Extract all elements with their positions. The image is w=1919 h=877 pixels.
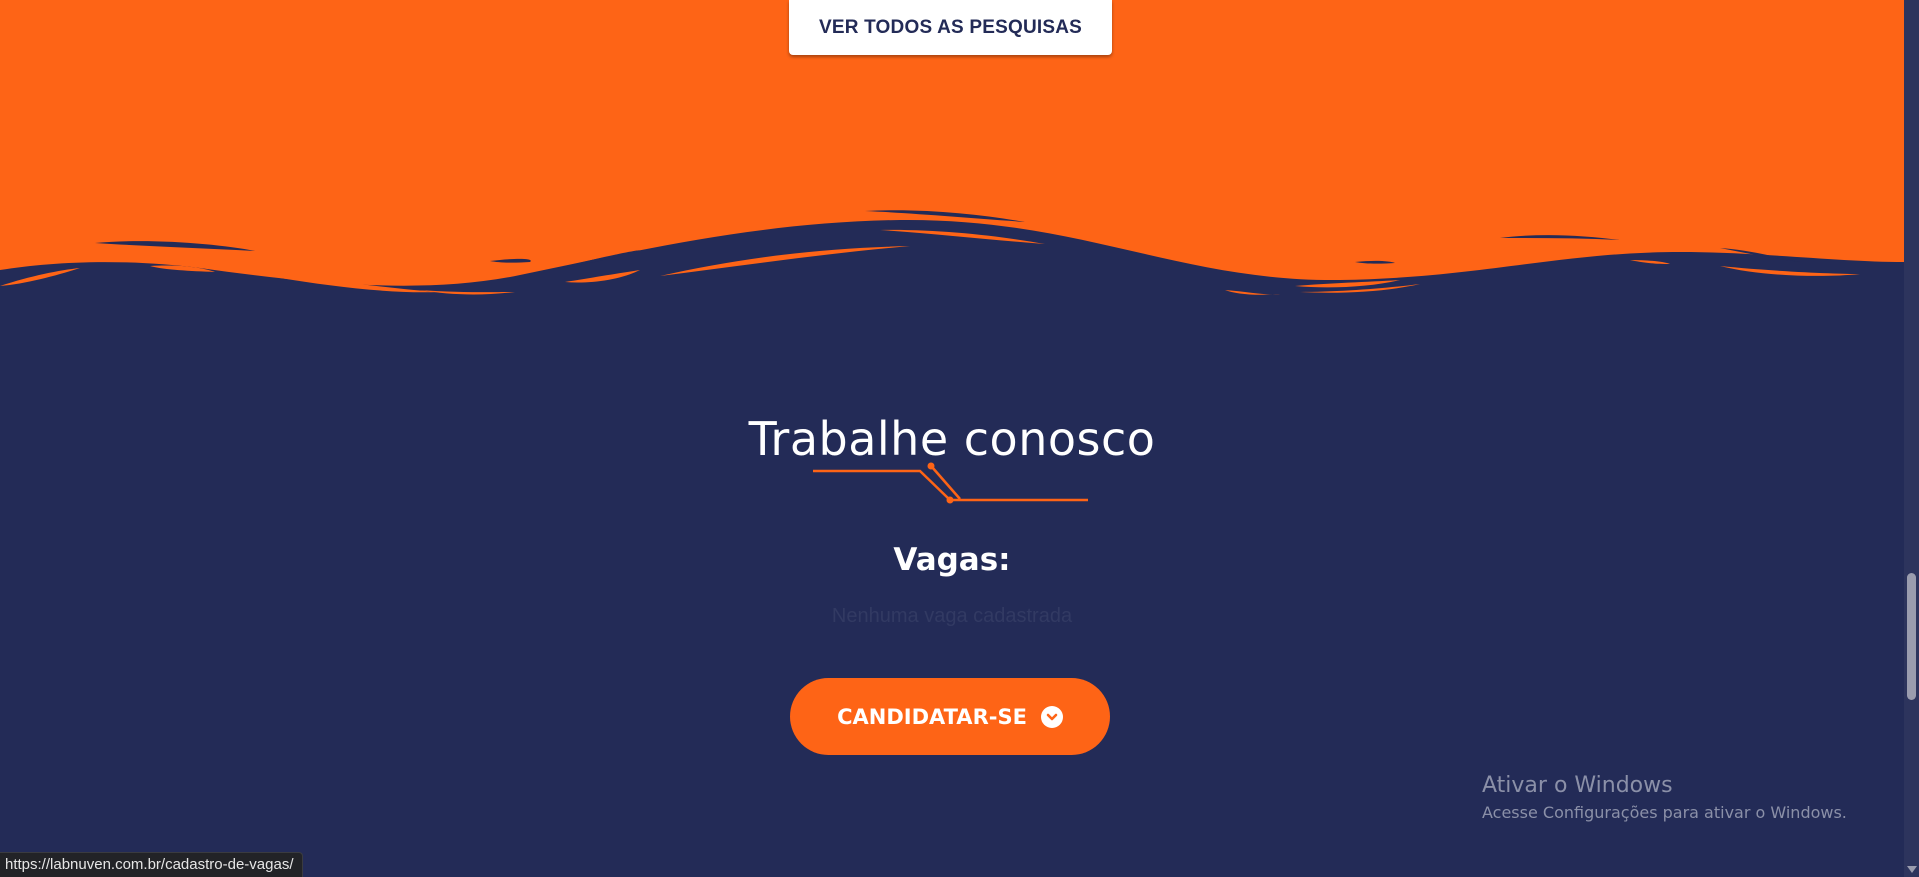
chevron-down-circle-icon: [1040, 705, 1063, 728]
vagas-empty-message: Nenhuma vaga cadastrada: [831, 605, 1073, 627]
page: VER TODOS AS PESQUISAS Trabalhe conosco …: [0, 0, 1919, 877]
scrollbar-thumb[interactable]: [1907, 573, 1916, 700]
circuit-line-decoration: [813, 462, 1088, 504]
ver-todos-pesquisas-button[interactable]: VER TODOS AS PESQUISAS: [789, 0, 1112, 55]
link-status-url: https://labnuven.com.br/cadastro-de-vaga…: [0, 852, 303, 877]
windows-activation-watermark: Ativar o Windows Acesse Configurações pa…: [1482, 771, 1847, 825]
vertical-scrollbar[interactable]: [1904, 0, 1919, 877]
candidatar-se-button[interactable]: CANDIDATAR-SE: [790, 678, 1110, 755]
watermark-subtitle: Acesse Configurações para ativar o Windo…: [1482, 803, 1847, 822]
vagas-heading: Vagas:: [893, 542, 1011, 578]
scroll-down-arrow-icon[interactable]: [1907, 866, 1917, 873]
watermark-title: Ativar o Windows: [1482, 773, 1673, 798]
candidatar-se-label: CANDIDATAR-SE: [837, 704, 1027, 729]
